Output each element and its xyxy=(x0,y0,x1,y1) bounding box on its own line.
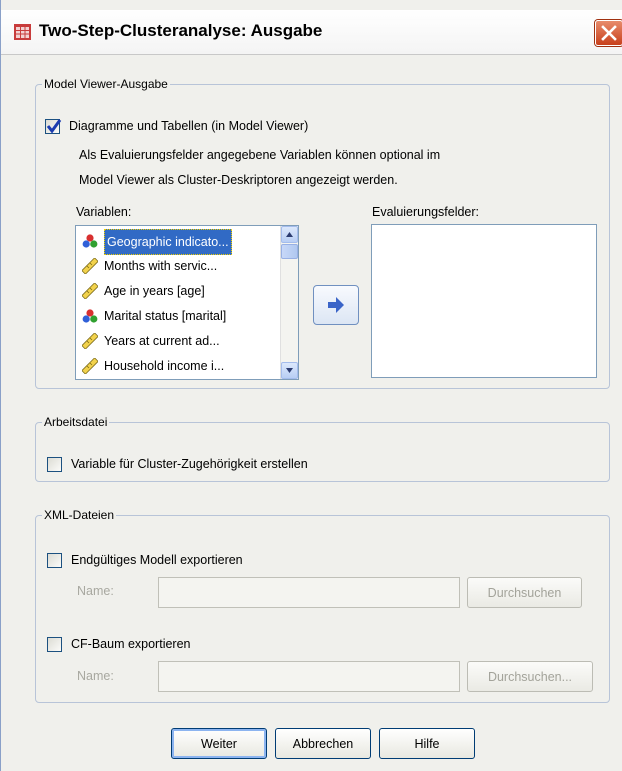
variables-listbox[interactable]: Geographic indicato... Months with servi… xyxy=(75,225,299,380)
table-app-icon xyxy=(14,24,31,40)
variable-label: Household income i... xyxy=(104,359,225,373)
list-item[interactable]: Months with servic... xyxy=(78,254,276,278)
export-final-model-label: Endgültiges Modell exportieren xyxy=(71,553,243,567)
export-cf-tree-label: CF-Baum exportieren xyxy=(71,637,191,651)
nominal-icon xyxy=(82,309,98,323)
browse-button-2[interactable]: Durchsuchen... xyxy=(467,661,593,692)
description-line-1: Als Evaluierungsfelder angegebene Variab… xyxy=(79,148,441,162)
export-cf-tree-checkbox[interactable] xyxy=(47,637,62,652)
scroll-down-button[interactable] xyxy=(281,362,298,379)
scroll-up-button[interactable] xyxy=(281,226,298,243)
cluster-membership-label: Variable für Cluster-Zugehörigkeit erste… xyxy=(71,457,308,471)
triangle-down-icon xyxy=(286,368,293,373)
close-icon xyxy=(601,25,617,41)
list-item[interactable]: Household income i... xyxy=(78,354,276,378)
diagrams-tables-checkbox[interactable] xyxy=(45,119,62,134)
model-viewer-legend: Model Viewer-Ausgabe xyxy=(42,77,170,91)
nominal-icon xyxy=(82,234,98,248)
checkmark-icon xyxy=(46,119,62,134)
help-button[interactable]: Hilfe xyxy=(379,728,475,759)
name-label-2: Name: xyxy=(77,669,114,683)
scale-icon xyxy=(82,258,98,274)
working-file-group: Arbeitsdatei xyxy=(35,415,610,482)
diagrams-tables-label: Diagramme und Tabellen (in Model Viewer) xyxy=(69,119,309,133)
scale-icon xyxy=(82,333,98,349)
scale-icon xyxy=(82,358,98,374)
description-line-2: Model Viewer als Cluster-Deskriptoren an… xyxy=(79,173,398,187)
arrow-right-icon xyxy=(328,297,344,313)
title-bar[interactable]: Two-Step-Clusteranalyse: Ausgabe xyxy=(1,10,622,55)
export-final-model-checkbox[interactable] xyxy=(47,553,62,568)
variables-scrollbar[interactable] xyxy=(280,226,298,379)
variables-label: Variablen: xyxy=(76,205,132,219)
name-field-2[interactable] xyxy=(158,661,460,692)
triangle-up-icon xyxy=(286,232,293,237)
continue-button[interactable]: Weiter xyxy=(171,728,267,759)
working-file-legend: Arbeitsdatei xyxy=(42,415,110,429)
dialog-title: Two-Step-Clusteranalyse: Ausgabe xyxy=(39,21,323,40)
name-field-1[interactable] xyxy=(158,577,460,608)
list-item[interactable]: Age in years [age] xyxy=(78,279,276,303)
list-item[interactable]: Geographic indicato... xyxy=(78,229,276,255)
variable-label: Months with servic... xyxy=(104,259,218,273)
name-label-1: Name: xyxy=(77,584,114,598)
scale-icon xyxy=(82,283,98,299)
xml-files-legend: XML-Dateien xyxy=(42,508,117,522)
dialog-window: Two-Step-Clusteranalyse: Ausgabe Model V… xyxy=(0,0,622,771)
variable-label: Geographic indicato... xyxy=(104,229,232,255)
scroll-thumb[interactable] xyxy=(281,244,298,259)
browse-button-1[interactable]: Durchsuchen xyxy=(467,577,582,608)
evaluation-fields-label: Evaluierungsfelder: xyxy=(372,205,480,219)
variable-label: Age in years [age] xyxy=(104,284,205,298)
list-item[interactable]: Years at current ad... xyxy=(78,329,276,353)
cancel-button[interactable]: Abbrechen xyxy=(275,728,371,759)
list-item[interactable]: Marital status [marital] xyxy=(78,304,276,328)
variable-label: Years at current ad... xyxy=(104,334,220,348)
evaluation-fields-listbox[interactable] xyxy=(371,224,597,378)
cluster-membership-checkbox[interactable] xyxy=(47,457,62,472)
move-to-evaluation-button[interactable] xyxy=(313,285,359,325)
close-button[interactable] xyxy=(595,20,622,46)
variable-label: Marital status [marital] xyxy=(104,309,227,323)
